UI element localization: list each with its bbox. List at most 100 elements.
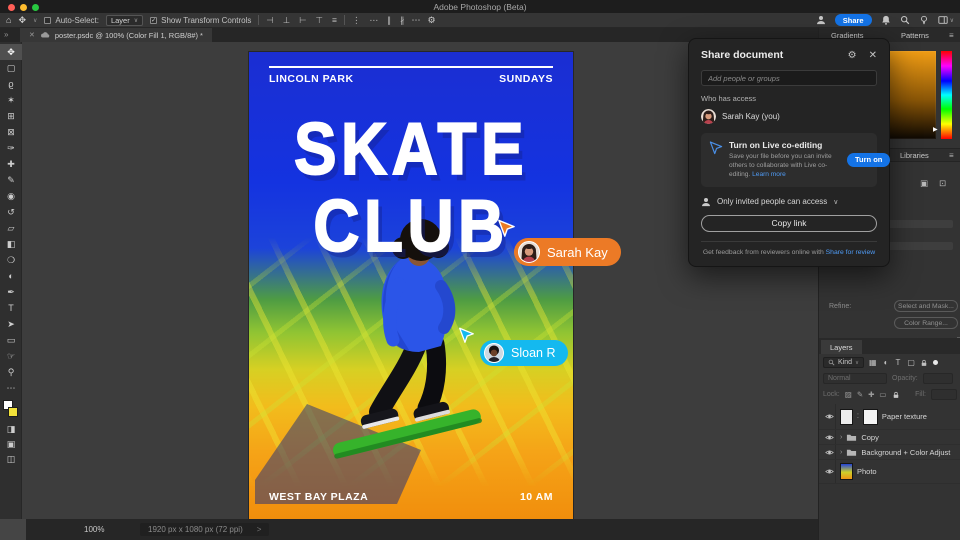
group-caret-icon[interactable]: ›	[840, 449, 842, 456]
tab-layers[interactable]: Layers	[821, 340, 862, 354]
zoom-tool[interactable]: ⚲	[0, 364, 22, 380]
marquee-tool[interactable]: ▢	[0, 60, 22, 76]
filter-adjustment-layers-icon[interactable]: ◐	[884, 358, 889, 367]
layer-row-paper-texture[interactable]: ⁚ Paper texture	[819, 404, 960, 430]
layer-mask-thumbnail[interactable]	[862, 408, 878, 425]
layer-name[interactable]: Paper texture	[882, 412, 927, 421]
show-transform-toggle[interactable]: ✓ Show Transform Controls	[150, 16, 251, 25]
object-selection-tool[interactable]: ✶	[0, 92, 22, 108]
layer-row-copy[interactable]: › Copy	[819, 430, 960, 445]
share-for-review-link[interactable]: Share for review	[826, 249, 876, 256]
blur-tool[interactable]: ❍	[0, 252, 22, 268]
auto-select-target-dropdown[interactable]: Layer ∨	[105, 14, 144, 26]
background-color-swatch[interactable]	[8, 407, 18, 417]
panel-menu-icon[interactable]: ≡	[949, 31, 954, 40]
align-top-icon[interactable]: ⊤	[316, 15, 323, 26]
color-range-button[interactable]: Color Range...	[894, 317, 958, 329]
type-tool[interactable]: T	[0, 300, 22, 316]
pen-tool[interactable]: ✒	[0, 284, 22, 300]
path-select-tool[interactable]: ➤	[0, 316, 22, 332]
learn-more-link[interactable]: Learn more	[752, 171, 786, 178]
document-tab[interactable]: ✕ poster.psdc @ 100% (Color Fill 1, RGB/…	[20, 28, 212, 42]
eyedropper-tool[interactable]: ✑	[0, 140, 22, 156]
search-icon[interactable]	[900, 15, 910, 25]
add-pixel-mask-icon[interactable]: ▣	[920, 178, 928, 189]
libraries-menu-icon[interactable]: ≡	[949, 151, 954, 160]
opacity-field[interactable]	[922, 373, 953, 384]
discover-lightbulb-icon[interactable]	[919, 15, 929, 25]
status-chevron-icon[interactable]: >	[257, 525, 262, 534]
filter-toggle-dot[interactable]	[932, 360, 938, 365]
distribute-left-edges-icon[interactable]: ∥	[387, 15, 391, 26]
frame-tool[interactable]: ⊠	[0, 124, 22, 140]
poster-artwork[interactable]: LINCOLN PARK SUNDAYS SKATE CLUB WEST BAY…	[249, 52, 573, 519]
user-account-icon[interactable]	[816, 15, 826, 25]
distribute-vertical-icon[interactable]: ⋮	[352, 15, 361, 26]
add-vector-mask-icon[interactable]: ⊡	[939, 178, 946, 189]
layer-thumbnail[interactable]	[840, 463, 853, 480]
add-people-input[interactable]	[701, 70, 877, 86]
layer-row-background-group[interactable]: › Background + Color Adjust	[819, 445, 960, 460]
access-level-dropdown[interactable]: Only invited people can access ∨	[701, 197, 877, 207]
brush-tool[interactable]: ✎	[0, 172, 22, 188]
notifications-bell-icon[interactable]	[881, 15, 891, 25]
history-brush-tool[interactable]: ↺	[0, 204, 22, 220]
distribute-right-edges-icon[interactable]: ∦	[400, 15, 404, 26]
lock-artboard-icon[interactable]: ▭	[879, 390, 886, 399]
layer-name[interactable]: Background + Color Adjust	[861, 448, 950, 457]
share-settings-gear-icon[interactable]: ⚙	[848, 50, 857, 61]
show-transform-checkbox[interactable]: ✓	[150, 16, 158, 24]
copy-link-button[interactable]: Copy link	[701, 214, 877, 232]
layer-thumbnail[interactable]	[840, 408, 853, 425]
color-swatches[interactable]	[0, 398, 22, 422]
layer-name[interactable]: Copy	[861, 433, 879, 442]
lock-position-icon[interactable]: ✚	[868, 390, 874, 399]
panel-collapse-icon[interactable]: »	[4, 30, 8, 39]
align-center-horizontal-icon[interactable]: ⊥	[283, 15, 290, 26]
layer-visibility-eye-icon[interactable]	[825, 448, 834, 457]
layer-name[interactable]: Photo	[857, 467, 877, 476]
layer-filter-kind-dropdown[interactable]: Kind ∨	[823, 357, 865, 368]
healing-brush-tool[interactable]: ✚	[0, 156, 22, 172]
more-options-icon[interactable]: ⋯	[412, 15, 421, 26]
turn-on-button[interactable]: Turn on	[847, 152, 891, 167]
gradient-tool[interactable]: ◧	[0, 236, 22, 252]
screen-mode-standard-icon[interactable]: ▣	[0, 437, 22, 452]
clone-stamp-tool[interactable]: ◉	[0, 188, 22, 204]
lock-all-icon[interactable]	[892, 391, 900, 399]
quick-mask-icon[interactable]: ◨	[0, 422, 22, 437]
blend-mode-dropdown[interactable]: Normal	[823, 373, 887, 384]
filter-pixel-layers-icon[interactable]: ▦	[869, 358, 877, 367]
layer-visibility-eye-icon[interactable]	[825, 412, 834, 421]
crop-tool[interactable]: ⊞	[0, 108, 22, 124]
layer-visibility-eye-icon[interactable]	[825, 467, 834, 476]
zoom-level[interactable]: 100%	[84, 525, 104, 534]
document-dimensions[interactable]: 1920 px x 1080 px (72 ppi) >	[140, 523, 270, 536]
eraser-tool[interactable]: ▱	[0, 220, 22, 236]
tab-close-icon[interactable]: ✕	[29, 31, 35, 39]
select-and-mask-button[interactable]: Select and Mask...	[894, 300, 958, 312]
more-tools[interactable]: ⋯	[0, 380, 22, 396]
lock-pixels-icon[interactable]: ✎	[857, 390, 863, 399]
hand-tool[interactable]: ☞	[0, 348, 22, 364]
filter-shape-layers-icon[interactable]: ▢	[907, 358, 915, 367]
align-bottom-icon[interactable]: ≡	[332, 15, 337, 26]
filter-type-layers-icon[interactable]: T	[895, 358, 900, 367]
auto-select-toggle[interactable]: Auto-Select:	[44, 16, 99, 25]
lock-transparency-icon[interactable]: ▨	[845, 390, 852, 399]
workspace-switcher[interactable]: ∨	[938, 15, 954, 25]
lasso-tool[interactable]: ϱ	[0, 76, 22, 92]
align-right-icon[interactable]: ⊢	[299, 15, 306, 26]
distribute-horizontal-icon[interactable]: ⋯	[370, 15, 379, 26]
options-gear-icon[interactable]: ⚙	[428, 15, 436, 26]
fill-field[interactable]	[931, 389, 957, 400]
share-button[interactable]: Share	[834, 14, 872, 26]
tab-patterns[interactable]: Patterns	[901, 31, 929, 40]
layer-visibility-eye-icon[interactable]	[825, 433, 834, 442]
shape-tool[interactable]: ▭	[0, 332, 22, 348]
hue-slider[interactable]	[941, 51, 952, 139]
home-icon[interactable]: ⌂	[6, 15, 11, 25]
move-tool[interactable]: ✥	[0, 44, 22, 60]
group-caret-icon[interactable]: ›	[840, 434, 842, 441]
hue-slider-marker[interactable]: ▶	[933, 126, 938, 133]
